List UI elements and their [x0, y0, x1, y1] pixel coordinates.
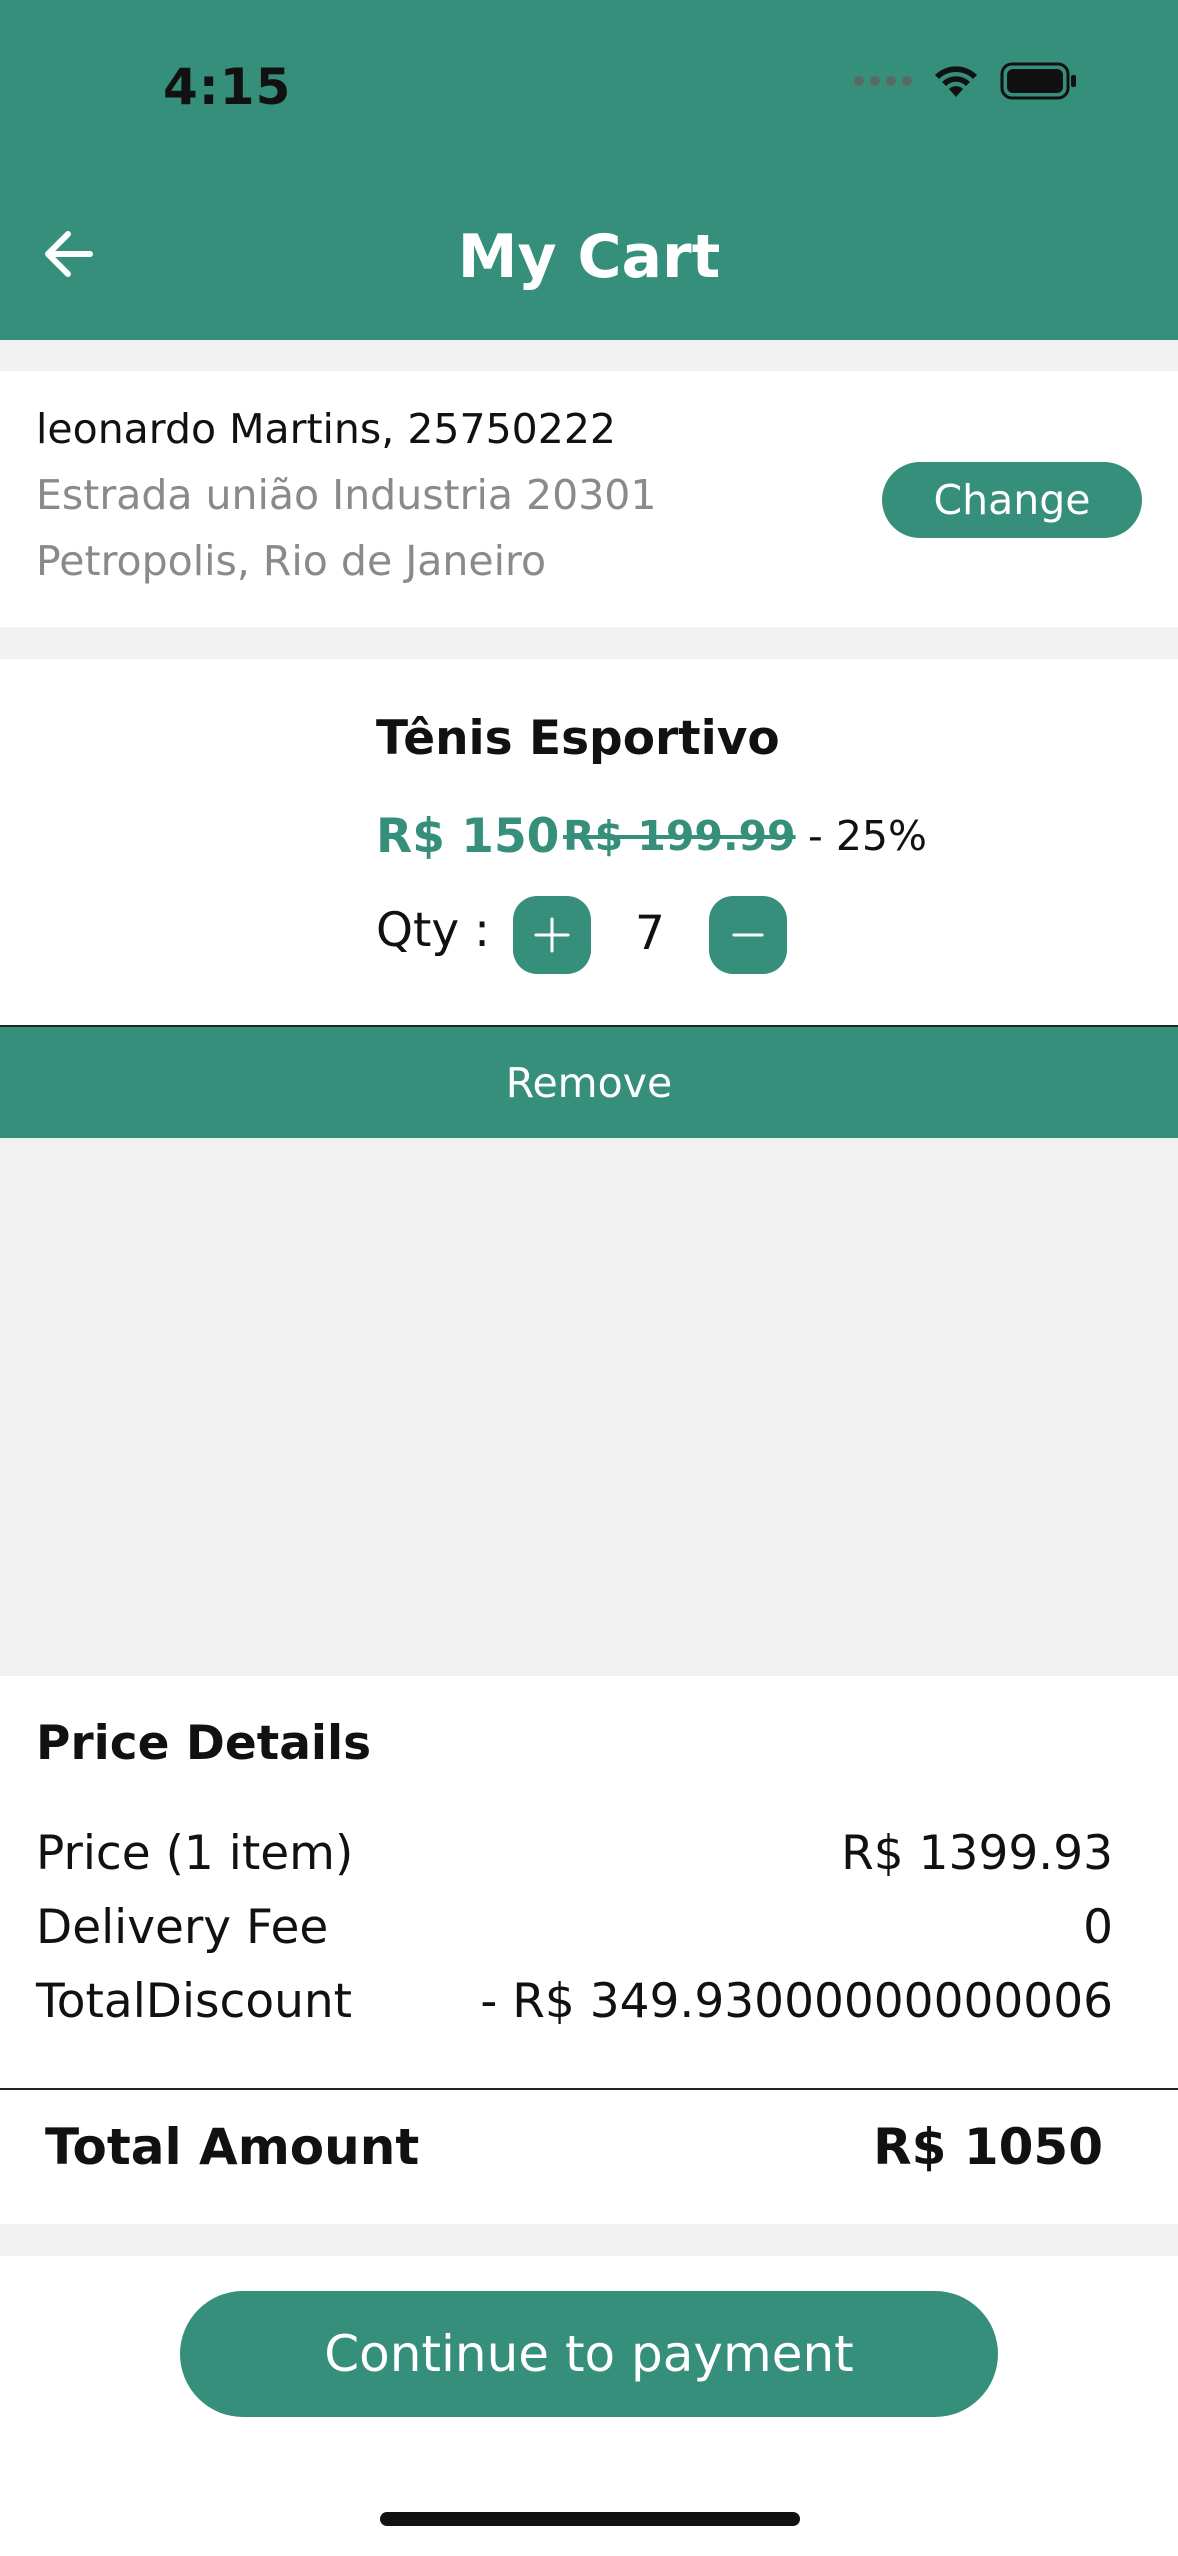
- address-street: Estrada união Industria 20301: [36, 471, 657, 519]
- address-name: leonardo Martins, 25750222: [36, 405, 617, 453]
- status-icons: [854, 62, 1078, 100]
- product-price: R$ 150: [376, 809, 560, 864]
- signal-dots-icon: [854, 76, 912, 86]
- qty-value: 7: [635, 906, 665, 961]
- remove-item-button[interactable]: Remove: [0, 1027, 1178, 1138]
- increase-qty-button[interactable]: [513, 896, 591, 974]
- plus-icon: [534, 917, 570, 953]
- checkout-footer: Continue to payment: [0, 2256, 1178, 2556]
- delivery-fee-row: Delivery Fee 0: [36, 1900, 1113, 1955]
- battery-icon: [1000, 62, 1076, 100]
- wifi-icon: [935, 66, 977, 97]
- total-amount-label: Total Amount: [45, 2118, 420, 2176]
- total-discount-row: TotalDiscount - R$ 349.93000000000006: [36, 1974, 1113, 2029]
- cart-item-card: Tênis Esportivo R$ 150 R$ 199.99 - 25% Q…: [0, 659, 1178, 1027]
- home-indicator[interactable]: [380, 2512, 800, 2526]
- minus-icon: [732, 933, 764, 937]
- decrease-qty-button[interactable]: [709, 896, 787, 974]
- product-name: Tênis Esportivo: [376, 711, 780, 766]
- change-address-button[interactable]: Change: [882, 462, 1142, 538]
- app-header: 4:15 My Cart: [0, 0, 1178, 340]
- price-row-label: Price (1 item): [36, 1826, 354, 1881]
- page-title: My Cart: [457, 222, 721, 292]
- total-discount-value: - R$ 349.93000000000006: [480, 1974, 1113, 2029]
- qty-label: Qty :: [376, 903, 491, 958]
- price-details-title: Price Details: [36, 1716, 372, 1771]
- status-time: 4:15: [163, 58, 292, 116]
- total-amount-row: Total Amount R$ 1050: [45, 2118, 1103, 2176]
- delivery-fee-label: Delivery Fee: [36, 1900, 329, 1955]
- delivery-fee-value: 0: [1083, 1900, 1113, 1955]
- price-details-panel: Price Details Price (1 item) R$ 1399.93 …: [0, 1676, 1178, 2224]
- price-row: Price (1 item) R$ 1399.93: [36, 1826, 1113, 1881]
- product-original-price: R$ 199.99: [563, 812, 796, 860]
- delivery-address-card: leonardo Martins, 25750222 Estrada união…: [0, 371, 1178, 627]
- continue-to-payment-button[interactable]: Continue to payment: [180, 2291, 998, 2417]
- divider: [0, 2088, 1178, 2090]
- address-city: Petropolis, Rio de Janeiro: [36, 537, 547, 585]
- total-amount-value: R$ 1050: [873, 2118, 1103, 2176]
- price-row-value: R$ 1399.93: [841, 1826, 1113, 1881]
- total-discount-label: TotalDiscount: [36, 1974, 353, 2029]
- discount-badge: - 25%: [808, 812, 927, 860]
